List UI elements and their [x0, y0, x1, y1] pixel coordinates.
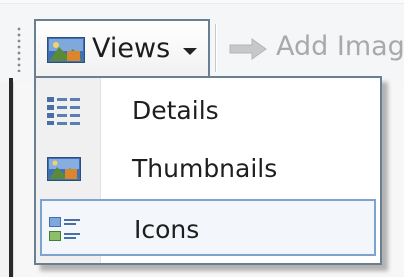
toolbar-grip-handle[interactable]	[17, 26, 21, 72]
chevron-down-icon	[183, 48, 197, 55]
views-button-label: Views	[92, 33, 171, 64]
views-picture-icon	[47, 37, 85, 63]
toolbar-top-edge	[0, 0, 404, 4]
menu-item-thumbnails[interactable]: Thumbnails	[40, 140, 376, 197]
toolbar: Views Add Imag	[0, 0, 404, 82]
views-dropdown-menu: Details Thumbnails Icons	[34, 76, 382, 265]
window-left-edge	[9, 78, 13, 277]
menu-item-label: Icons	[134, 215, 200, 244]
menu-item-label: Details	[132, 96, 219, 125]
menu-item-label: Thumbnails	[132, 154, 278, 183]
add-image-arrow-icon	[229, 38, 267, 60]
details-icon	[47, 97, 80, 125]
icons-view-icon	[49, 217, 80, 241]
views-dropdown-button[interactable]: Views	[34, 19, 210, 76]
thumbnails-icon	[47, 157, 81, 181]
toolbar-separator	[215, 24, 217, 72]
menu-item-details[interactable]: Details	[40, 82, 376, 139]
add-image-button-label[interactable]: Add Imag	[276, 31, 404, 63]
menu-item-icons[interactable]: Icons	[40, 199, 376, 256]
